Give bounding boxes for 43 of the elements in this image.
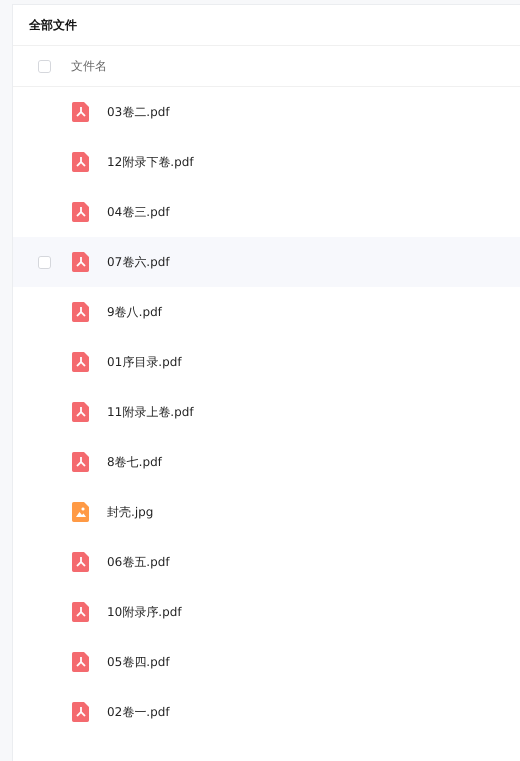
file-row[interactable]: 8卷七.pdf: [13, 437, 520, 487]
file-row[interactable]: 04卷三.pdf: [13, 187, 520, 237]
file-name: 12附录下卷.pdf: [107, 154, 194, 170]
file-row[interactable]: 封壳.jpg: [13, 487, 520, 537]
file-row[interactable]: 03卷二.pdf: [13, 87, 520, 137]
column-header[interactable]: 文件名: [71, 58, 107, 74]
pdf-file-icon: [71, 552, 91, 572]
pdf-file-icon: [71, 352, 91, 372]
file-row[interactable]: 9卷八.pdf: [13, 287, 520, 337]
file-name: 05卷四.pdf: [107, 654, 170, 670]
file-name: 02卷一.pdf: [107, 704, 170, 720]
file-row[interactable]: 02卷一.pdf: [13, 687, 520, 737]
pdf-file-icon: [71, 452, 91, 472]
pdf-file-icon: [71, 602, 91, 622]
file-name: 封壳.jpg: [107, 504, 154, 520]
file-row[interactable]: 06卷五.pdf: [13, 537, 520, 587]
file-name: 01序目录.pdf: [107, 354, 182, 370]
file-row[interactable]: 12附录下卷.pdf: [13, 137, 520, 187]
pdf-file-icon: [71, 302, 91, 322]
pdf-file-icon: [71, 252, 91, 272]
pdf-file-icon: [71, 202, 91, 222]
file-name: 10附录序.pdf: [107, 604, 182, 620]
file-row[interactable]: 10附录序.pdf: [13, 587, 520, 637]
file-row[interactable]: 05卷四.pdf: [13, 637, 520, 687]
pdf-file-icon: [71, 402, 91, 422]
file-name: 07卷六.pdf: [107, 254, 170, 270]
file-name: 06卷五.pdf: [107, 554, 170, 570]
pdf-file-icon: [71, 702, 91, 722]
image-file-icon: [71, 502, 91, 522]
file-name: 9卷八.pdf: [107, 304, 162, 320]
pdf-file-icon: [71, 102, 91, 122]
section-title: 全部文件: [13, 5, 520, 46]
file-name: 8卷七.pdf: [107, 454, 162, 470]
file-row[interactable]: 01序目录.pdf: [13, 337, 520, 387]
file-row[interactable]: 11附录上卷.pdf: [13, 387, 520, 437]
file-name: 04卷三.pdf: [107, 204, 170, 220]
file-name: 11附录上卷.pdf: [107, 404, 194, 420]
file-row[interactable]: 07卷六.pdf: [13, 237, 520, 287]
pdf-file-icon: [71, 152, 91, 172]
file-name: 03卷二.pdf: [107, 104, 170, 120]
row-checkbox[interactable]: [38, 256, 50, 268]
pdf-file-icon: [71, 652, 91, 672]
select-all-checkbox[interactable]: [38, 60, 50, 72]
